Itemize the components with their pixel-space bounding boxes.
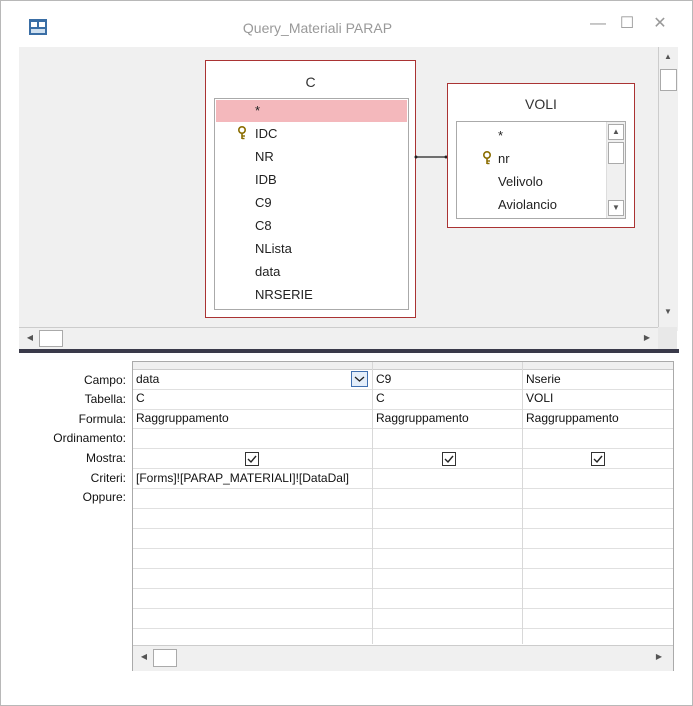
checkmark-icon: [247, 455, 257, 464]
close-button[interactable]: ✕: [646, 13, 674, 35]
mostra-checkbox-col1[interactable]: [245, 452, 259, 466]
field-dropdown-button[interactable]: [351, 371, 368, 387]
field-item-c8[interactable]: C8: [215, 215, 408, 237]
field-item-star[interactable]: *: [457, 125, 607, 147]
row-label-tabella: Tabella:: [84, 392, 126, 406]
cell-formula-col1[interactable]: Raggruppamento: [133, 409, 366, 428]
cell-tabella-col1[interactable]: C: [133, 389, 366, 408]
field-item-nlista[interactable]: NLista: [215, 238, 408, 260]
field-list-voli[interactable]: * nr Velivolo Aviolancio ▲ ▼: [456, 121, 626, 219]
grid-row-labels: Campo: Tabella: Formula: Ordinamento: Mo…: [1, 369, 126, 519]
checkmark-icon: [444, 455, 454, 464]
field-item-velivolo[interactable]: Velivolo: [457, 171, 607, 193]
field-item-star[interactable]: *: [216, 100, 407, 122]
mostra-checkbox-col2[interactable]: [442, 452, 456, 466]
scroll-down-arrow-icon[interactable]: ▼: [660, 305, 676, 321]
field-list-c[interactable]: * IDC NR IDB C9 C8 NLista data NRSERIE: [214, 98, 409, 310]
diagram-vertical-scrollbar[interactable]: ▲ ▼: [658, 47, 678, 331]
column-selector-bar[interactable]: [133, 362, 673, 370]
row-label-ordinamento: Ordinamento:: [53, 431, 126, 445]
field-item-nr[interactable]: NR: [215, 146, 408, 168]
cell-campo-col2[interactable]: C9: [373, 370, 521, 389]
primary-key-icon: [238, 126, 246, 140]
cell-criteri-col2[interactable]: [373, 469, 521, 488]
cell-formula-col2[interactable]: Raggruppamento: [373, 409, 521, 428]
field-item-c9[interactable]: C9: [215, 192, 408, 214]
cell-oppure-col3[interactable]: [523, 489, 671, 508]
cell-campo-col3[interactable]: Nserie: [523, 370, 671, 389]
row-label-mostra: Mostra:: [85, 451, 126, 465]
field-item-nr[interactable]: nr: [457, 148, 607, 170]
checkmark-icon: [593, 455, 603, 464]
table-title-voli: VOLI: [525, 96, 557, 112]
row-label-oppure: Oppure:: [82, 490, 126, 504]
grid-horizontal-scrollbar[interactable]: ◀ ▶: [133, 645, 673, 671]
cell-ordinamento-col2[interactable]: [373, 428, 521, 447]
scrollbar-thumb[interactable]: [153, 649, 177, 667]
maximize-button[interactable]: ☐: [613, 13, 641, 35]
row-label-formula: Formula:: [78, 412, 126, 426]
table-title-c: C: [305, 74, 316, 90]
diagram-horizontal-scrollbar[interactable]: ◀ ▶: [19, 327, 659, 350]
field-item-nrserie[interactable]: NRSERIE: [215, 284, 408, 306]
field-item-data[interactable]: data: [215, 261, 408, 283]
primary-key-icon: [483, 151, 491, 165]
scroll-up-arrow-icon[interactable]: ▲: [608, 124, 624, 140]
scroll-right-arrow-icon[interactable]: ▶: [651, 650, 667, 666]
cell-ordinamento-col3[interactable]: [523, 428, 671, 447]
query-window: Query_Materiali PARAP — ☐ ✕ C * IDC NR I…: [0, 0, 693, 706]
title-bar: Query_Materiali PARAP — ☐ ✕: [1, 1, 692, 47]
cell-oppure-col2[interactable]: [373, 489, 521, 508]
field-item-aviolancio[interactable]: Aviolancio: [457, 194, 607, 216]
minimize-button[interactable]: —: [584, 13, 612, 35]
cell-tabella-col3[interactable]: VOLI: [523, 389, 671, 408]
cell-campo-col1[interactable]: data: [133, 370, 356, 389]
scroll-left-arrow-icon[interactable]: ◀: [22, 331, 38, 347]
field-item-idb[interactable]: IDB: [215, 169, 408, 191]
field-item-idc[interactable]: IDC: [215, 123, 408, 145]
cell-criteri-col1[interactable]: [Forms]![PARAP_MATERIALI]![DataDal]: [133, 469, 372, 488]
scrollbar-corner: [658, 327, 677, 349]
scrollbar-thumb[interactable]: [660, 69, 677, 91]
scroll-down-arrow-icon[interactable]: ▼: [608, 200, 624, 216]
cell-ordinamento-col1[interactable]: [133, 428, 366, 447]
scroll-right-arrow-icon[interactable]: ▶: [639, 331, 655, 347]
cell-oppure-col1[interactable]: [133, 489, 366, 508]
voli-vertical-scrollbar[interactable]: ▲ ▼: [606, 122, 625, 218]
row-label-criteri: Criteri:: [90, 471, 126, 485]
cell-criteri-col3[interactable]: [523, 469, 671, 488]
table-box-c[interactable]: C * IDC NR IDB C9 C8 NLista data NRSERIE: [205, 60, 416, 318]
table-diagram-pane[interactable]: C * IDC NR IDB C9 C8 NLista data NRSERIE…: [19, 47, 678, 350]
scroll-up-arrow-icon[interactable]: ▲: [660, 50, 676, 66]
cell-tabella-col2[interactable]: C: [373, 389, 521, 408]
scroll-left-arrow-icon[interactable]: ◀: [136, 650, 152, 666]
mostra-checkbox-col3[interactable]: [591, 452, 605, 466]
scrollbar-thumb[interactable]: [608, 142, 624, 164]
scrollbar-thumb[interactable]: [39, 330, 63, 347]
relationship-join-line[interactable]: [414, 152, 448, 162]
row-label-campo: Campo:: [83, 373, 126, 387]
chevron-down-icon: [354, 376, 365, 382]
window-title: Query_Materiali PARAP: [242, 20, 393, 36]
table-box-voli[interactable]: VOLI * nr Velivolo Aviolancio ▲ ▼: [447, 83, 635, 228]
cell-formula-col3[interactable]: Raggruppamento: [523, 409, 671, 428]
design-grid[interactable]: data C Raggruppamento [Forms]![PARAP_MAT…: [132, 361, 674, 671]
